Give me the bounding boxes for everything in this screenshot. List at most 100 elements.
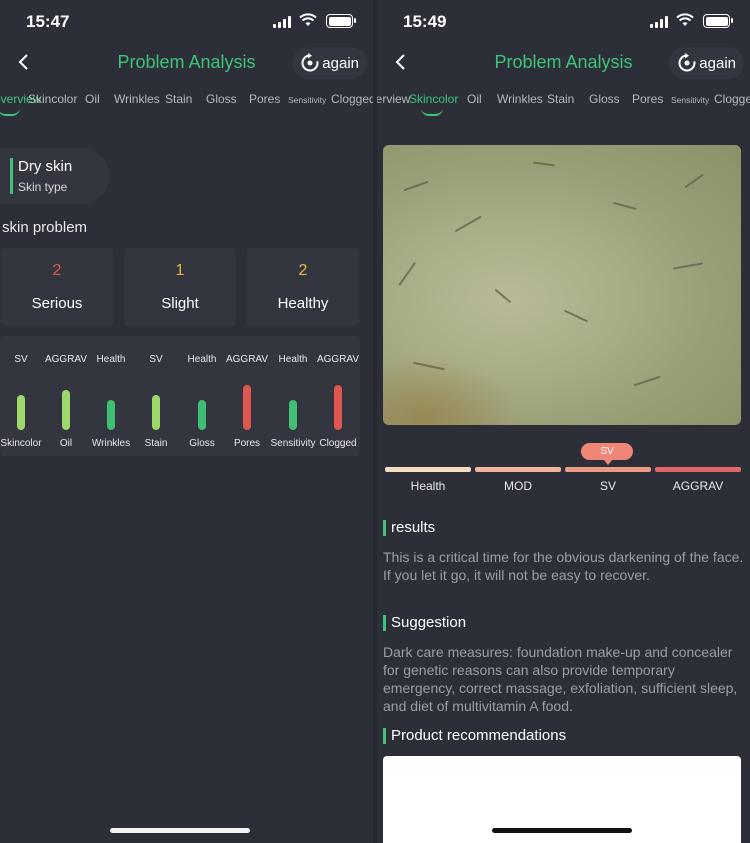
active-tab-indicator	[421, 108, 443, 116]
stat-slight: 1 Slight	[124, 248, 236, 326]
status-time: 15:47	[26, 12, 70, 31]
problem-bar-column[interactable]: AGGRAV Clogged	[315, 336, 361, 456]
skin-problem-heading: skin problem	[2, 219, 88, 236]
skin-type-value: Dry skin	[18, 158, 73, 175]
again-button[interactable]: again	[292, 47, 367, 79]
problem-level: SV	[14, 354, 28, 365]
scale-segment	[655, 467, 741, 472]
active-tab-indicator	[0, 108, 20, 116]
problem-bar	[198, 400, 206, 430]
skin-photo-shade	[383, 355, 523, 425]
problem-level: AGGRAV	[44, 354, 88, 365]
stat-label: Slight	[161, 295, 199, 312]
problem-bars-panel: SV Skincolor AGGRAV Oil Health Wrinkles SV Stai…	[0, 336, 360, 456]
home-indicator	[110, 828, 250, 833]
scale-segment	[385, 467, 471, 472]
problem-level: Health	[187, 354, 217, 365]
skin-hair	[398, 261, 416, 286]
skin-hair	[494, 288, 512, 303]
scale-label: MOD	[504, 479, 532, 493]
skin-hair	[673, 262, 703, 270]
tab-overview[interactable]: overview	[377, 92, 410, 106]
wifi-icon	[299, 13, 317, 26]
battery-icon	[703, 14, 733, 28]
accent-bar	[10, 158, 13, 194]
problem-level: SV	[149, 354, 163, 365]
current-level-marker: SV	[581, 443, 633, 465]
skin-hair	[454, 215, 482, 232]
right-screen: 15:49 Problem Analysis again overview Sk…	[377, 0, 750, 843]
scale-label: SV	[599, 479, 616, 493]
tab-skincolor[interactable]: Skincolor	[28, 92, 77, 106]
signal-icon	[273, 16, 291, 28]
problem-bar	[289, 400, 297, 430]
suggestion-heading: Suggestion	[383, 614, 466, 631]
tab-stain[interactable]: Stain	[165, 92, 192, 106]
problem-name: Clogged	[319, 438, 357, 449]
stat-count: 1	[175, 262, 185, 279]
suggestion-text: Dark care measures: foundation make-up a…	[383, 644, 738, 714]
left-screen: 15:47 Problem Analysis again overview Sk…	[0, 0, 373, 843]
tab-sensitivity[interactable]: Sensitivity	[288, 95, 326, 105]
skin-type-label: Skin type	[18, 180, 68, 194]
stat-label: Serious	[31, 295, 83, 312]
results-heading: results	[383, 519, 435, 536]
problem-bar	[243, 385, 251, 430]
refresh-icon	[301, 53, 319, 72]
tab-clogged[interactable]: Clogged	[714, 92, 750, 106]
status-bar: 15:47	[0, 10, 373, 34]
status-bar: 15:49	[377, 10, 750, 34]
problem-level: Health	[278, 354, 308, 365]
tab-pores[interactable]: Pores	[632, 92, 663, 106]
problem-bar	[62, 390, 70, 430]
skin-hair	[403, 180, 429, 191]
stat-count: 2	[298, 262, 308, 279]
stat-serious: 2 Serious	[1, 248, 113, 326]
tab-stain[interactable]: Stain	[547, 92, 574, 106]
nav-bar: Problem Analysis again	[0, 44, 373, 82]
stat-healthy: 2 Healthy	[247, 248, 359, 326]
skin-hair	[633, 375, 661, 386]
skin-hair	[613, 201, 637, 210]
results-text: This is a critical time for the obvious …	[383, 549, 744, 583]
again-button[interactable]: again	[669, 47, 744, 79]
skin-photo	[383, 145, 741, 425]
scale-segment	[565, 467, 651, 472]
skin-hair	[684, 173, 704, 188]
product-recommendations-heading: Product recommendations	[383, 727, 566, 744]
scale-segment	[475, 467, 561, 472]
wifi-icon	[676, 13, 694, 26]
problem-bar	[152, 395, 160, 430]
tab-wrinkles[interactable]: Wrinkles	[114, 92, 160, 106]
tab-gloss[interactable]: Gloss	[206, 92, 237, 106]
tab-wrinkles[interactable]: Wrinkles	[497, 92, 543, 106]
nav-bar: Problem Analysis again	[377, 44, 750, 82]
status-time: 15:49	[403, 12, 447, 31]
skin-hair	[533, 161, 555, 167]
tab-clogged[interactable]: Clogged	[331, 92, 373, 106]
problem-level: AGGRAV	[225, 354, 269, 365]
scale-label: AGGRAV	[672, 479, 724, 493]
stat-count: 2	[52, 262, 62, 279]
tab-sensitivity[interactable]: Sensitivity	[671, 95, 709, 105]
again-label: again	[322, 54, 359, 72]
problem-level: AGGRAV	[316, 354, 360, 365]
again-label: again	[699, 54, 736, 72]
severity-scale: Health MOD SV AGGRAV	[385, 467, 741, 497]
battery-icon	[326, 14, 356, 28]
refresh-icon	[678, 53, 696, 72]
problem-bar	[334, 385, 342, 430]
skin-type-card: Dry skin Skin type	[0, 148, 110, 204]
problem-bar	[17, 395, 25, 430]
tab-pores[interactable]: Pores	[249, 92, 280, 106]
scale-label: Health	[410, 479, 446, 493]
problem-level: Health	[96, 354, 126, 365]
tab-oil[interactable]: Oil	[467, 92, 482, 106]
tab-skincolor[interactable]: Skincolor	[409, 92, 458, 106]
signal-icon	[650, 16, 668, 28]
problem-bar	[107, 400, 115, 430]
tab-gloss[interactable]: Gloss	[589, 92, 620, 106]
tab-oil[interactable]: Oil	[85, 92, 100, 106]
skin-hair	[563, 309, 589, 322]
stat-label: Healthy	[277, 295, 329, 312]
